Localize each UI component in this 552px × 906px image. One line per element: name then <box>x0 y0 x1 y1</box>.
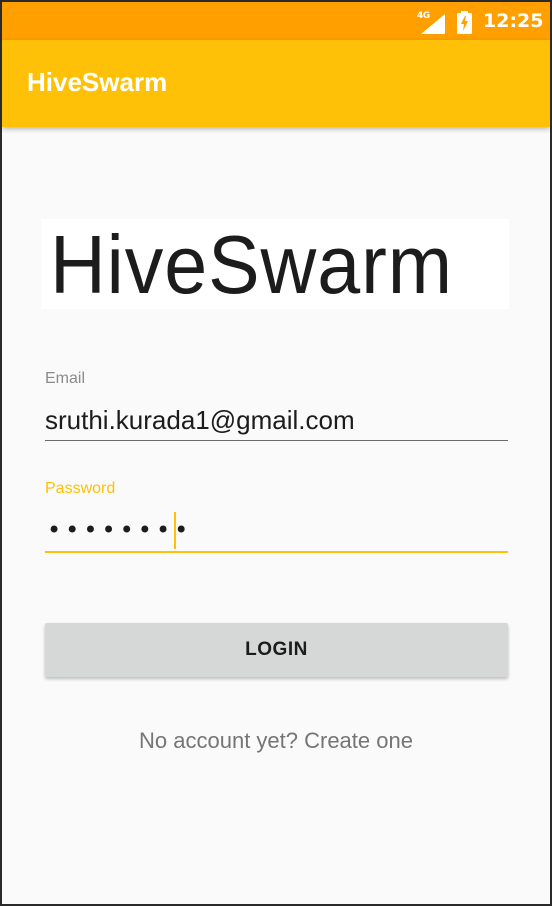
battery-charging-icon <box>457 11 472 34</box>
password-field-underline <box>45 551 508 553</box>
clock: 12:25 <box>483 10 544 32</box>
signal-icon <box>421 14 445 34</box>
password-field[interactable]: •••••••• <box>47 512 192 548</box>
status-bar: 4G 12:25 <box>2 2 550 40</box>
app-title: HiveSwarm <box>27 67 168 97</box>
logo-text: HiveSwarm <box>50 218 453 311</box>
login-button[interactable]: LOGIN <box>45 623 508 677</box>
email-field-underline <box>45 440 508 441</box>
email-label: Email <box>45 370 86 387</box>
text-cursor <box>174 512 176 549</box>
email-field[interactable]: sruthi.kurada1@gmail.com <box>45 405 355 436</box>
create-account-link[interactable]: No account yet? Create one <box>2 728 550 754</box>
app-bar: HiveSwarm <box>2 40 550 127</box>
hiveswarm-logo: HiveSwarm <box>41 219 509 309</box>
password-label: Password <box>45 480 116 497</box>
login-screen: 4G 12:25 HiveSwarm HiveSwarm Email sruth… <box>2 2 550 904</box>
